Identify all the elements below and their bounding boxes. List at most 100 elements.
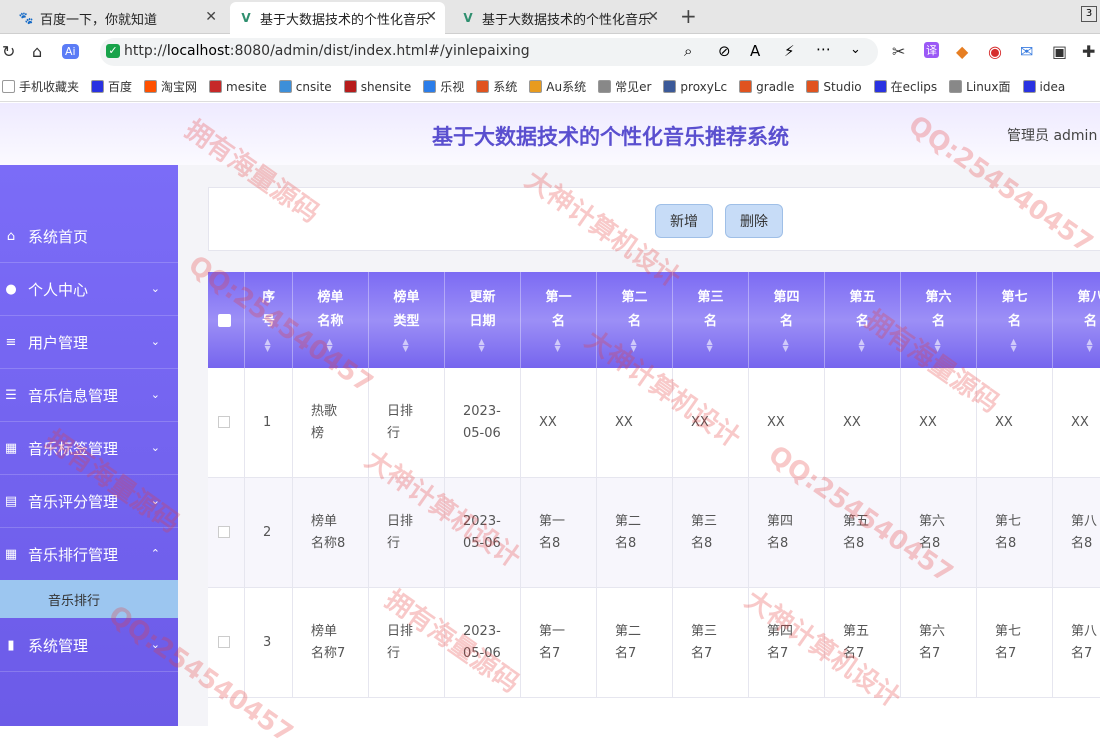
sidebar-item-music-tags[interactable]: ▦ 音乐标签管理 ⌄ bbox=[0, 423, 178, 475]
bookmark-item[interactable]: idea bbox=[1022, 80, 1065, 94]
bookmark-item[interactable]: 常见er bbox=[598, 78, 651, 95]
game-icon[interactable]: ◆ bbox=[956, 42, 968, 61]
mail-icon[interactable]: ✉ bbox=[1020, 42, 1033, 61]
sort-icon[interactable]: ▲ ▼ bbox=[935, 338, 941, 353]
bookmark-item[interactable]: 手机收藏夹 bbox=[2, 78, 79, 95]
cell-text: XX bbox=[919, 415, 937, 430]
list-icon: ≡ bbox=[5, 335, 17, 350]
more-icon[interactable]: ⋯ bbox=[816, 40, 831, 58]
toolbar: 新增 删除 bbox=[208, 187, 1100, 251]
sidebar-item-users[interactable]: ≡ 用户管理 ⌄ bbox=[0, 317, 178, 369]
table-cell bbox=[208, 588, 245, 698]
table-header: 序 号 ▲ ▼ 榜单 名称 ▲ ▼ 榜单 类型 ▲ ▼ 更新 日期 ▲ ▼ 第一 名 ▲ ▼ 第二 … bbox=[208, 272, 1100, 368]
close-icon[interactable]: ✕ bbox=[205, 9, 217, 25]
bolt-icon[interactable]: ⚡ bbox=[784, 42, 795, 60]
browser-tab-active[interactable]: V 基于大数据技术的个性化音乐 ✕ bbox=[230, 2, 445, 34]
add-button[interactable]: 新增 bbox=[655, 204, 713, 238]
sort-icon[interactable]: ▲ ▼ bbox=[479, 338, 485, 353]
bookmark-item[interactable]: cnsite bbox=[278, 80, 332, 94]
sort-icon[interactable]: ▲ ▼ bbox=[1087, 338, 1093, 353]
table-header-cell[interactable]: 第四 名 ▲ ▼ bbox=[749, 272, 825, 368]
sidebar-item-home[interactable]: ⌂ 系统首页 bbox=[0, 211, 178, 263]
sort-icon[interactable]: ▲ ▼ bbox=[265, 338, 271, 353]
table-header-cell[interactable]: 第六 名 ▲ ▼ bbox=[901, 272, 977, 368]
sidebar-item-profile[interactable]: ● 个人中心 ⌄ bbox=[0, 264, 178, 316]
table-header-cell[interactable]: 序 号 ▲ ▼ bbox=[245, 272, 293, 368]
table-row[interactable]: 2 榜单 名称8 日排 行 2023- 05-06 第一 名8 第二 名8 第三 名8 第四 … bbox=[208, 478, 1100, 588]
table-header-cell[interactable]: 更新 日期 ▲ ▼ bbox=[445, 272, 521, 368]
url-path: :8080/admin/dist/index.html#/yinlepaixin… bbox=[229, 43, 530, 59]
table-cell: 第六 名7 bbox=[901, 588, 977, 698]
bookmark-label: Studio bbox=[823, 79, 862, 94]
table-header-cell[interactable]: 第二 名 ▲ ▼ bbox=[597, 272, 673, 368]
home-icon[interactable]: ⌂ bbox=[32, 42, 42, 61]
bookmark-item[interactable]: Linux面 bbox=[949, 78, 1011, 95]
translate-icon[interactable]: 译 bbox=[924, 42, 939, 58]
bookmark-item[interactable]: 在eclips bbox=[873, 78, 937, 95]
sidebar-item-music-info[interactable]: ☰ 音乐信息管理 ⌄ bbox=[0, 370, 178, 422]
bookmark-label: 常见er bbox=[615, 80, 652, 94]
sidebar-item-music-ratings[interactable]: ▤ 音乐评分管理 ⌄ bbox=[0, 476, 178, 528]
browser-tab[interactable]: 🐾 百度一下，你就知道 ✕ bbox=[10, 2, 225, 34]
sidebar-subitem-ranking[interactable]: 音乐排行 bbox=[0, 580, 178, 618]
cell-text: XX bbox=[539, 415, 557, 430]
sort-icon[interactable]: ▲ ▼ bbox=[403, 338, 409, 353]
bookmark-item[interactable]: gradle bbox=[739, 80, 794, 94]
bookmark-item[interactable]: shensite bbox=[343, 80, 411, 94]
sort-icon[interactable]: ▲ ▼ bbox=[555, 338, 561, 353]
select-all-checkbox[interactable] bbox=[218, 314, 231, 327]
browser-tab[interactable]: V 基于大数据技术的个性化音乐 ✕ bbox=[452, 2, 667, 34]
wallet-icon[interactable]: ▣ bbox=[1052, 42, 1067, 61]
bookmark-item[interactable]: 百度 bbox=[91, 78, 132, 95]
read-aloud-icon[interactable]: A bbox=[750, 42, 760, 60]
new-tab-icon[interactable]: + bbox=[680, 4, 697, 28]
sort-icon[interactable]: ▲ ▼ bbox=[631, 338, 637, 353]
table-header-cell[interactable]: 榜单 名称 ▲ ▼ bbox=[293, 272, 369, 368]
table-header-cell[interactable]: 榜单 类型 ▲ ▼ bbox=[369, 272, 445, 368]
home-icon: ⌂ bbox=[6, 229, 16, 244]
cell-text: 3 bbox=[263, 635, 272, 650]
table-header-cell[interactable]: 第一 名 ▲ ▼ bbox=[521, 272, 597, 368]
reload-icon[interactable]: ↻ bbox=[2, 42, 15, 61]
extensions-icon[interactable]: ✚ bbox=[1082, 42, 1095, 61]
close-icon[interactable]: ✕ bbox=[425, 9, 437, 25]
sort-icon[interactable]: ▲ ▼ bbox=[707, 338, 713, 353]
close-icon[interactable]: ✕ bbox=[647, 9, 659, 25]
bookmark-item[interactable]: proxyLc bbox=[663, 80, 727, 94]
sort-icon[interactable]: ▲ ▼ bbox=[859, 338, 865, 353]
scissors-icon[interactable]: ✂ bbox=[892, 42, 905, 61]
row-checkbox[interactable] bbox=[218, 416, 230, 428]
tab-count-badge[interactable]: 3 bbox=[1081, 6, 1097, 22]
table-cell: XX bbox=[977, 368, 1053, 478]
table-header-cell[interactable]: 第五 名 ▲ ▼ bbox=[825, 272, 901, 368]
sort-icon[interactable]: ▲ ▼ bbox=[1011, 338, 1017, 353]
sidebar-item-system[interactable]: ▮ 系统管理 ⌄ bbox=[0, 620, 178, 672]
table-row[interactable]: 1 热歌 榜 日排 行 2023- 05-06 XX XX XX XX XX XX XX XX bbox=[208, 368, 1100, 478]
sort-icon[interactable]: ▲ ▼ bbox=[783, 338, 789, 353]
weibo-icon[interactable]: ◉ bbox=[988, 42, 1002, 61]
bookmark-item[interactable]: 乐视 bbox=[423, 78, 464, 95]
url-input[interactable]: ✓ http://localhost:8080/admin/dist/index… bbox=[100, 38, 878, 66]
bookmark-item[interactable]: 系统 bbox=[476, 78, 517, 95]
bookmark-item[interactable]: Studio bbox=[806, 79, 862, 94]
row-checkbox[interactable] bbox=[218, 636, 230, 648]
admin-label[interactable]: 管理员 admin bbox=[1007, 125, 1097, 145]
compass-icon[interactable]: ⊘ bbox=[718, 42, 731, 60]
table-row[interactable]: 3 榜单 名称7 日排 行 2023- 05-06 第一 名7 第二 名7 第三 名7 第四 … bbox=[208, 588, 1100, 698]
bookmark-item[interactable]: 淘宝网 bbox=[144, 78, 197, 95]
table-cell: 第六 名8 bbox=[901, 478, 977, 588]
zoom-icon[interactable]: ⌕ bbox=[684, 42, 692, 60]
table-header-cell[interactable]: 第八 名 ▲ ▼ bbox=[1053, 272, 1100, 368]
table-header-cell[interactable] bbox=[208, 272, 245, 368]
delete-button[interactable]: 删除 bbox=[725, 204, 783, 238]
ai-icon[interactable]: Ai bbox=[62, 44, 79, 59]
row-checkbox[interactable] bbox=[218, 526, 230, 538]
table-cell: XX bbox=[749, 368, 825, 478]
table-header-cell[interactable]: 第三 名 ▲ ▼ bbox=[673, 272, 749, 368]
sort-icon[interactable]: ▲ ▼ bbox=[327, 338, 333, 353]
table-header-cell[interactable]: 第七 名 ▲ ▼ bbox=[977, 272, 1053, 368]
bookmark-item[interactable]: Au系统 bbox=[529, 78, 586, 95]
sidebar-item-music-ranking[interactable]: ▦ 音乐排行管理 ⌃ bbox=[0, 529, 178, 581]
chevron-down-icon[interactable]: ⌄ bbox=[850, 42, 861, 57]
bookmark-item[interactable]: mesite bbox=[209, 80, 267, 94]
